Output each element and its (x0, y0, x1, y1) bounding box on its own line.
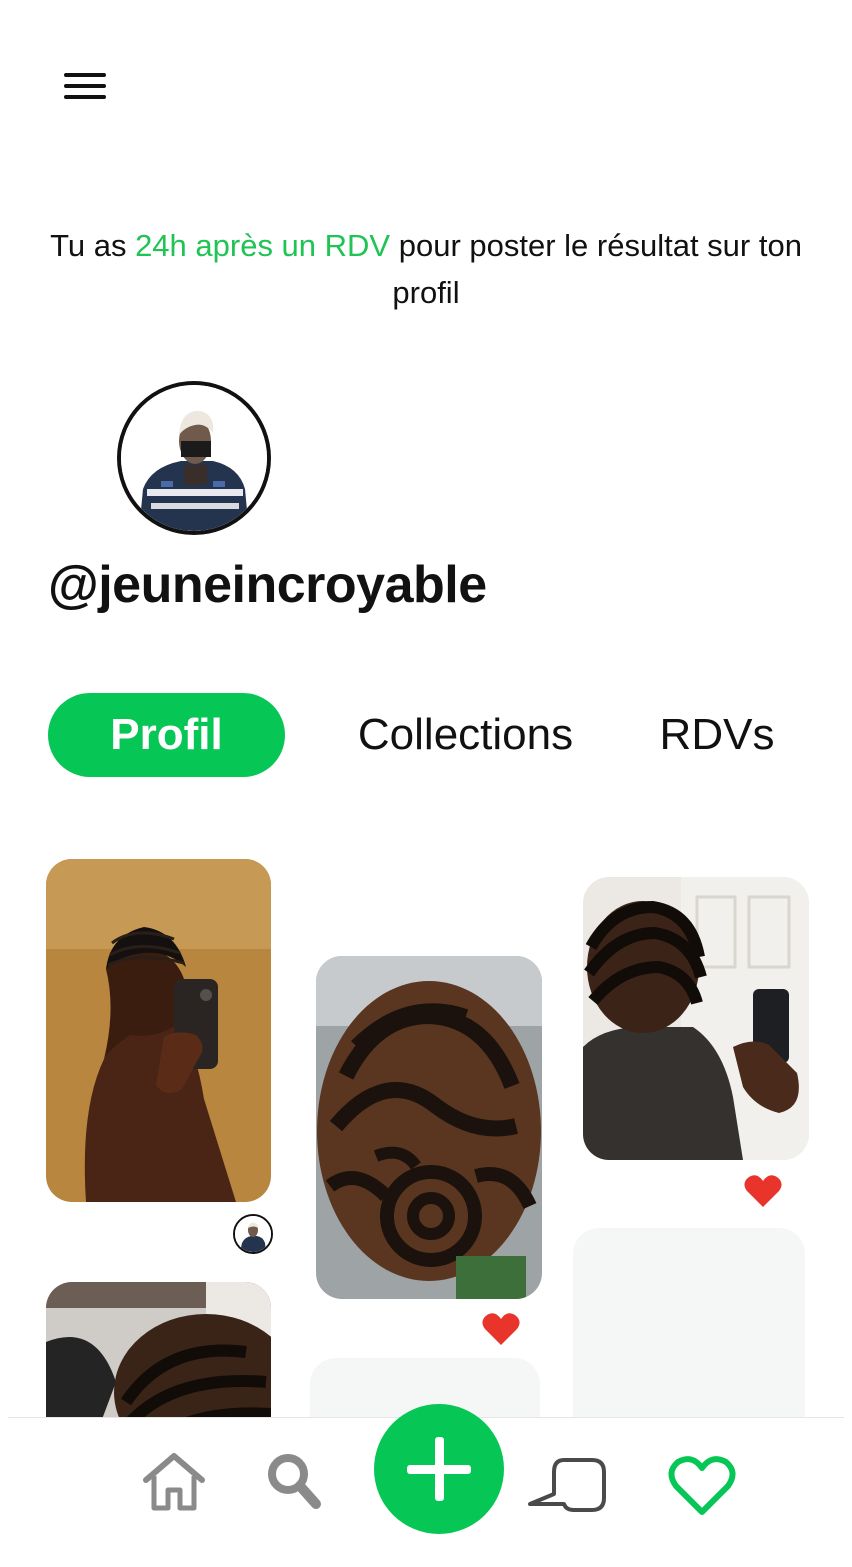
post-image[interactable] (46, 859, 271, 1202)
mini-avatar-image (235, 1216, 271, 1252)
chat-icon[interactable] (526, 1456, 606, 1516)
post-photo (46, 859, 271, 1202)
tab-profil[interactable]: Profil (48, 693, 285, 777)
avatar-image (121, 385, 267, 531)
add-post-button[interactable] (374, 1404, 504, 1534)
menu-icon-bar (64, 73, 106, 77)
post-photo (316, 956, 542, 1299)
tab-collections[interactable]: Collections (338, 693, 593, 777)
post-image[interactable] (316, 956, 542, 1299)
like-heart-icon[interactable] (743, 1173, 783, 1209)
search-icon[interactable] (266, 1452, 322, 1510)
username: @jeuneincroyable (48, 556, 487, 614)
notice-prefix: Tu as (50, 228, 136, 263)
menu-icon-bar (64, 84, 106, 88)
post-photo (583, 877, 809, 1160)
post-deadline-notice: Tu as 24h après un RDV pour poster le ré… (40, 222, 812, 316)
profile-avatar[interactable] (117, 381, 271, 535)
menu-button[interactable] (64, 70, 106, 100)
post-author-avatar[interactable] (233, 1214, 273, 1254)
notice-highlight: 24h après un RDV (135, 228, 391, 263)
notice-suffix: pour poster le résultat sur ton profil (390, 228, 802, 310)
heart-icon[interactable] (668, 1456, 736, 1516)
menu-icon-bar (64, 95, 106, 99)
home-icon[interactable] (140, 1450, 208, 1512)
post-image[interactable] (583, 877, 809, 1160)
like-heart-icon[interactable] (481, 1311, 521, 1347)
tab-rdvs[interactable]: RDVs (650, 693, 784, 777)
